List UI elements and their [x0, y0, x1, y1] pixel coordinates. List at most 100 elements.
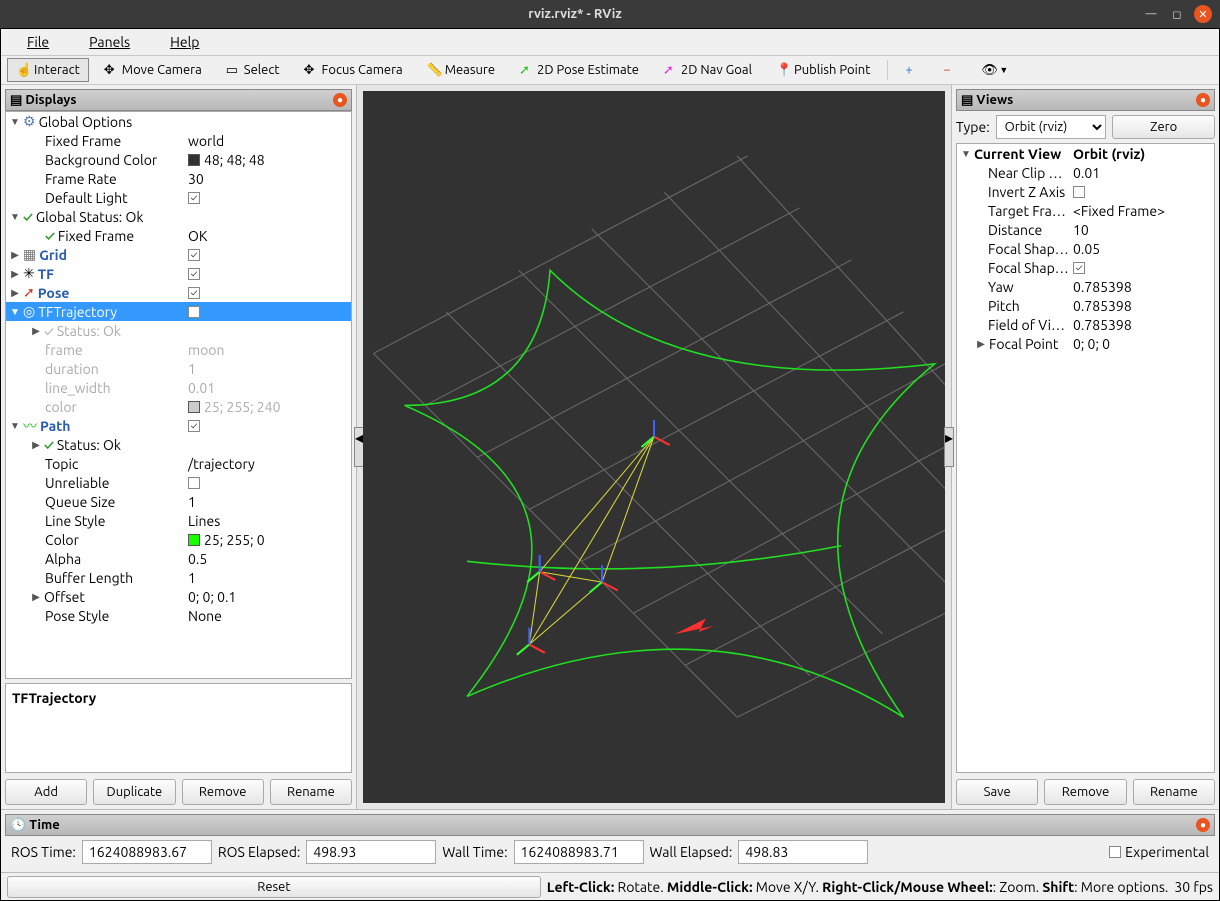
tree-path-color[interactable]: Color25; 255; 0: [6, 530, 351, 549]
tree-path-queue-size[interactable]: Queue Size1: [6, 492, 351, 511]
tool-eye[interactable]: 👁▼: [972, 58, 1017, 82]
menu-help[interactable]: Help: [150, 32, 219, 52]
ros-time-input[interactable]: [82, 840, 212, 864]
tool-add[interactable]: +: [896, 58, 928, 82]
tree-global-status[interactable]: ✓Global Status: Ok: [6, 207, 351, 226]
tree-distance[interactable]: Distance10: [957, 220, 1214, 239]
reset-button[interactable]: Reset: [7, 876, 541, 898]
tree-fov[interactable]: Field of Vi…0.785398: [957, 315, 1214, 334]
minus-icon: −: [943, 63, 957, 77]
tree-tftraj-duration[interactable]: duration1: [6, 359, 351, 378]
tree-tftraj-frame[interactable]: framemoon: [6, 340, 351, 359]
checkbox-icon[interactable]: ✓: [188, 420, 200, 432]
tree-tftraj-status[interactable]: ✓Status: Ok: [6, 321, 351, 340]
tool-interact[interactable]: ☝Interact: [7, 58, 89, 82]
window-title: rviz.rviz* - RViz: [8, 7, 1142, 21]
tree-invert-z[interactable]: Invert Z Axis: [957, 182, 1214, 201]
tool-publish-point[interactable]: 📍Publish Point: [767, 58, 879, 82]
rename-button[interactable]: Rename: [270, 779, 352, 805]
tree-current-view[interactable]: Current ViewOrbit (rviz): [957, 144, 1214, 163]
menu-file[interactable]: File: [7, 32, 69, 52]
tool-measure[interactable]: 📏Measure: [418, 58, 504, 82]
tree-path-offset[interactable]: Offset0; 0; 0.1: [6, 587, 351, 606]
tree-near-clip[interactable]: Near Clip …0.01: [957, 163, 1214, 182]
menu-panels[interactable]: Panels: [69, 32, 150, 52]
collapse-right-handle[interactable]: ▸: [944, 427, 954, 467]
displays-header[interactable]: ▤ Displays ●: [5, 89, 352, 111]
rename-button[interactable]: Rename: [1133, 779, 1215, 805]
tree-fixed-frame[interactable]: Fixed Frameworld: [6, 131, 351, 150]
view-type-select[interactable]: Orbit (rviz): [996, 115, 1107, 139]
tree-pitch[interactable]: Pitch0.785398: [957, 296, 1214, 315]
save-button[interactable]: Save: [956, 779, 1038, 805]
tree-path-line-style[interactable]: Line StyleLines: [6, 511, 351, 530]
zero-button[interactable]: Zero: [1112, 115, 1215, 139]
tree-path-status[interactable]: ✓Status: Ok: [6, 435, 351, 454]
checkbox-icon[interactable]: ✓: [188, 249, 200, 261]
tree-pose[interactable]: ➚Pose✓: [6, 283, 351, 302]
displays-tree[interactable]: ⚙Global Options Fixed Frameworld Backgro…: [5, 111, 352, 679]
panel-icon: ▤: [10, 93, 22, 108]
tree-tftraj-line-width[interactable]: line_width0.01: [6, 378, 351, 397]
views-header[interactable]: ▤ Views ●: [956, 89, 1215, 111]
close-icon[interactable]: ✕: [1194, 5, 1212, 23]
tree-path-pose-style[interactable]: Pose StyleNone: [6, 606, 351, 625]
select-icon: ▭: [226, 63, 240, 77]
tree-focal-shape-fixed[interactable]: Focal Shap…✓: [957, 258, 1214, 277]
tree-tftrajectory[interactable]: ◎TFTrajectory: [6, 302, 351, 321]
checkbox-icon[interactable]: ✓: [188, 268, 200, 280]
tree-yaw[interactable]: Yaw0.785398: [957, 277, 1214, 296]
close-panel-icon[interactable]: ●: [1196, 93, 1210, 107]
time-header[interactable]: 🕓 Time ●: [5, 814, 1215, 836]
tree-path-unreliable[interactable]: Unreliable: [6, 473, 351, 492]
check-icon: ✓: [44, 323, 54, 339]
tool-move-camera[interactable]: ✥Move Camera: [95, 58, 211, 82]
tree-focal-shape-size[interactable]: Focal Shap…0.05: [957, 239, 1214, 258]
tree-target-frame[interactable]: Target Fra…<Fixed Frame>: [957, 201, 1214, 220]
tool-focus-camera[interactable]: ✥Focus Camera: [295, 58, 412, 82]
close-panel-icon[interactable]: ●: [333, 93, 347, 107]
add-button[interactable]: Add: [5, 779, 87, 805]
tool-remove[interactable]: −: [934, 58, 966, 82]
experimental-checkbox[interactable]: [1109, 846, 1121, 858]
tree-bg-color[interactable]: Background Color48; 48; 48: [6, 150, 351, 169]
ros-elapsed-input[interactable]: [306, 840, 436, 864]
minimize-icon[interactable]: —: [1142, 5, 1160, 23]
remove-button[interactable]: Remove: [1044, 779, 1126, 805]
tree-path-buffer-length[interactable]: Buffer Length1: [6, 568, 351, 587]
checkbox-icon[interactable]: ✓: [1073, 262, 1085, 274]
tree-tf[interactable]: ✳TF✓: [6, 264, 351, 283]
views-tree[interactable]: Current ViewOrbit (rviz) Near Clip …0.01…: [956, 143, 1215, 773]
checkbox-icon[interactable]: ✓: [188, 287, 200, 299]
tree-status-fixed-frame[interactable]: ✓Fixed FrameOK: [6, 226, 351, 245]
tool-2d-pose-estimate[interactable]: ➚2D Pose Estimate: [510, 58, 648, 82]
arrow-red-icon: ➚: [23, 284, 35, 301]
tree-default-light[interactable]: Default Light✓: [6, 188, 351, 207]
checkbox-icon[interactable]: ✓: [188, 192, 200, 204]
tree-path-alpha[interactable]: Alpha0.5: [6, 549, 351, 568]
maximize-icon[interactable]: ◻: [1168, 5, 1186, 23]
duplicate-button[interactable]: Duplicate: [93, 779, 175, 805]
ruler-icon: 📏: [427, 63, 441, 77]
wall-elapsed-input[interactable]: [738, 840, 868, 864]
checkbox-icon[interactable]: [188, 306, 200, 318]
remove-button[interactable]: Remove: [182, 779, 264, 805]
tree-grid[interactable]: ▦Grid✓: [6, 245, 351, 264]
clock-icon: 🕓: [10, 818, 26, 833]
tool-2d-nav-goal[interactable]: ➚2D Nav Goal: [654, 58, 761, 82]
tree-focal-point[interactable]: Focal Point0; 0; 0: [957, 334, 1214, 353]
tree-frame-rate[interactable]: Frame Rate30: [6, 169, 351, 188]
wall-time-input[interactable]: [514, 840, 644, 864]
color-swatch: [188, 154, 200, 166]
checkbox-icon[interactable]: [188, 477, 200, 489]
tree-path[interactable]: 〰Path✓: [6, 416, 351, 435]
time-panel: 🕓 Time ● ROS Time: ROS Elapsed: Wall Tim…: [1, 809, 1219, 872]
tree-path-topic[interactable]: Topic/trajectory: [6, 454, 351, 473]
status-bar: Reset Left-Click: Rotate. Middle-Click: …: [1, 872, 1219, 900]
3d-viewport[interactable]: [363, 91, 945, 803]
checkbox-icon[interactable]: [1073, 186, 1085, 198]
close-panel-icon[interactable]: ●: [1196, 818, 1210, 832]
tool-select[interactable]: ▭Select: [217, 58, 289, 82]
tree-tftraj-color[interactable]: color25; 255; 240: [6, 397, 351, 416]
tree-global-options[interactable]: ⚙Global Options: [6, 112, 351, 131]
